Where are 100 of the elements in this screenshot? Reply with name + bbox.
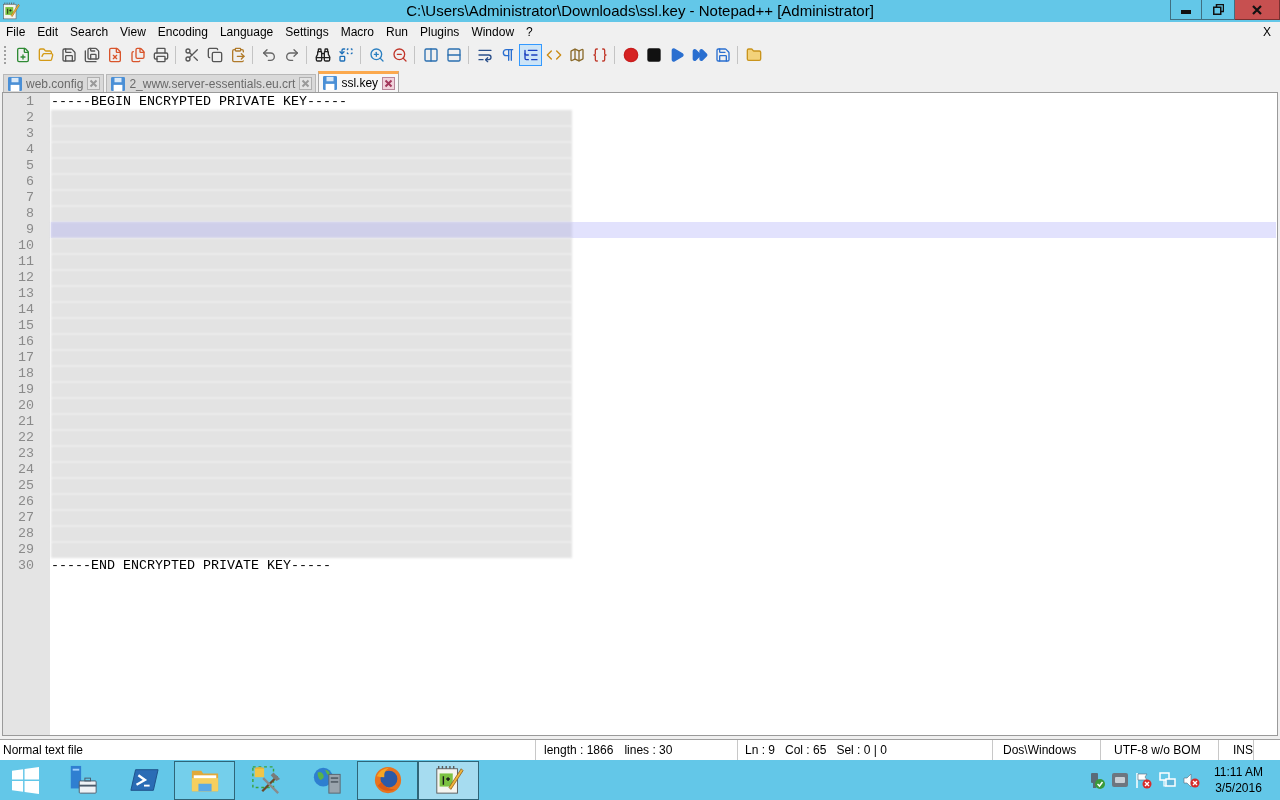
replace-icon [337,46,354,63]
line-number: 5 [25,158,35,174]
status-text: Sel : 0 | 0 [836,742,887,759]
line-number: 6 [25,174,35,190]
network-icon[interactable] [1159,771,1177,789]
redo-icon [283,46,300,63]
line-number: 3 [25,126,35,142]
binoculars-icon [314,46,331,63]
usb-check-icon[interactable] [1088,771,1106,789]
line-number: 19 [17,382,35,398]
line-number: 30 [17,558,35,574]
line-number: 25 [17,478,35,494]
line-number: 22 [17,430,35,446]
status-text: UTF-8 w/o BOM [1114,742,1201,759]
clipboard-icon [229,46,246,63]
restore-icon [1212,4,1224,15]
window-title: C:\Users\Administrator\Downloads\ssl.key - Notepad++ [Administrator] [406,1,874,21]
menu-item[interactable]: Search [64,23,115,42]
line-number: 28 [17,526,35,542]
printer-icon [152,46,169,63]
clock-date[interactable]: 3/5/2016 [1215,780,1262,796]
taskbar-button[interactable] [357,760,418,800]
vm-tile-icon[interactable] [1112,772,1129,788]
minimize-button[interactable] [1170,0,1202,20]
line-number: 14 [17,302,35,318]
undo-icon [260,46,277,63]
line-number: 21 [17,414,35,430]
speaker-muted-icon[interactable] [1183,771,1201,789]
taskbar-button[interactable] [418,760,479,800]
record-icon [622,46,639,63]
status-text: Ln : 9 [745,742,776,759]
line-number: 4 [25,142,35,158]
menu-item[interactable]: File [0,23,32,42]
notepad-pencil-icon[interactable] [2,2,20,20]
line-number: 15 [17,318,35,334]
close-icon[interactable] [382,76,396,90]
menu-item[interactable]: Window [465,23,521,42]
browser-globe-icon [372,765,403,795]
flag-x-icon[interactable] [1135,771,1153,789]
fast-forward-icon [691,46,708,63]
status-text: INS [1233,742,1253,759]
status-text: Dos\Windows [1003,742,1077,759]
taskbar-button[interactable] [174,760,235,800]
folder-icon [745,46,762,63]
menu-item[interactable]: Edit [31,23,65,42]
tab[interactable]: ssl.key [318,71,400,92]
line-number: 10 [17,238,35,254]
status-text: length : 1866 [544,742,614,759]
editor[interactable]: 1 2 3 4 5 6 7 8 9 10 11 12 13 14 15 16 17 18 19 20 21 22 23 24 25 26 27 28 29 30 -----BEGIN ENCRYPTED PRIVATE KEY----- -----END ENCRYPTED PRIVATE KEY----- [2,92,1278,736]
line-number: 20 [17,398,35,414]
floppy-disks-icon [83,46,100,63]
menu-item[interactable]: Plugins [414,23,466,42]
line-number: 27 [17,510,35,526]
rows-icon [445,46,462,63]
folder-open-icon [37,46,54,63]
status-text: Col : 65 [785,742,827,759]
menu-item[interactable]: Language [213,23,280,42]
line-number: 11 [17,254,35,270]
copy-icon [206,46,223,63]
line-number: 7 [25,190,35,206]
file-x-icon [106,46,123,63]
zoom-out-icon [391,46,408,63]
line-number: 29 [17,542,35,558]
line-number: 2 [25,110,35,126]
status-text: lines : 30 [624,742,673,759]
close-button[interactable] [1235,0,1280,20]
notepad-pencil-icon [433,765,464,795]
windows-logo-icon [12,766,39,794]
files-icon [129,46,146,63]
minimize-icon [1181,9,1191,14]
menu-item[interactable]: Settings [279,23,335,42]
restore-button[interactable] [1202,0,1235,20]
line-number: 26 [17,494,35,510]
clock-time[interactable]: 11:11 AM [1214,764,1263,780]
menu-item[interactable]: Macro [334,23,380,42]
line-number: 16 [17,334,35,350]
stop-icon [645,46,662,63]
menu-item[interactable]: ? [520,23,539,42]
menu-item[interactable]: Encoding [151,23,214,42]
toolbar-button[interactable] [519,43,542,66]
scissors-icon [183,46,200,63]
braces-icon [591,46,608,63]
line-number: 12 [17,270,35,286]
close-icon [1252,4,1262,15]
close-document-button[interactable]: X [1261,23,1273,42]
tab[interactable]: 2_www.server-essentials.eu.crt [106,74,317,92]
line-number: 23 [17,446,35,462]
code-text: -----BEGIN ENCRYPTED PRIVATE KEY----- [51,94,347,110]
columns-icon [422,46,439,63]
line-number: 17 [17,350,35,366]
file-plus-icon [14,46,31,63]
line-number: 8 [25,206,35,222]
line-number: 18 [17,366,35,382]
globe-server-icon [311,765,342,795]
map-icon [568,46,585,63]
line-number: 1 [25,94,35,110]
tab[interactable]: web.config [3,74,105,92]
status-text: Normal text file [3,742,84,759]
menu-item[interactable]: View [114,23,152,42]
menu-item[interactable]: Run [380,23,414,42]
